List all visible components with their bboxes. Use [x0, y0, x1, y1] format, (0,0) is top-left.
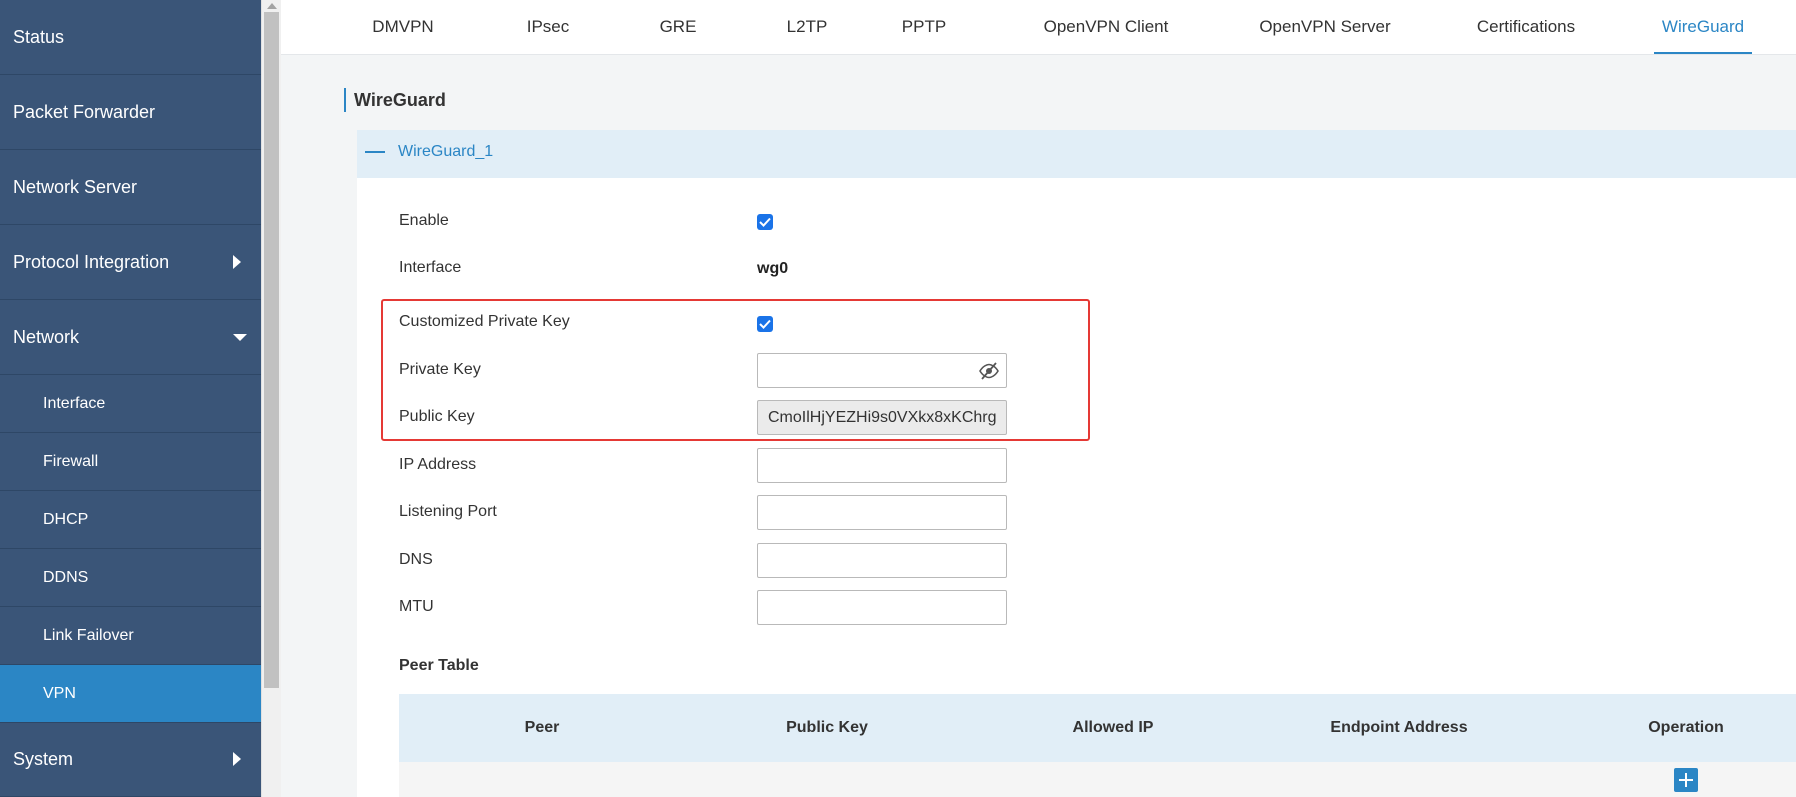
interface-label: Interface [399, 259, 462, 276]
eye-slash-icon[interactable] [978, 361, 1000, 381]
tab-label: OpenVPN Server [1259, 17, 1391, 36]
sidebar-item-label: System [13, 748, 74, 769]
page-title: WireGuard [344, 88, 446, 112]
plus-icon[interactable] [1674, 768, 1698, 792]
ip-address-input[interactable] [757, 448, 1007, 483]
custom-key-label: Customized Private Key [399, 313, 570, 330]
sidebar: Status Packet Forwarder Network Server P… [0, 0, 261, 797]
tab-label: GRE [659, 17, 697, 36]
sidebar-item-system[interactable]: System [0, 722, 261, 797]
check-icon [759, 217, 771, 227]
public-key-label: Public Key [399, 408, 475, 425]
table-row [399, 762, 1796, 797]
tab-gre[interactable]: GRE [638, 0, 718, 54]
sidebar-item-interface[interactable]: Interface [0, 375, 261, 433]
custom-key-checkbox[interactable] [757, 316, 773, 332]
sidebar-item-label: VPN [43, 684, 76, 702]
tab-label: WireGuard [1661, 17, 1745, 36]
chevron-right-icon [233, 255, 241, 269]
tab-openvpn-client[interactable]: OpenVPN Client [1024, 0, 1188, 54]
private-key-label: Private Key [399, 361, 481, 378]
ip-address-label: IP Address [399, 456, 477, 473]
enable-checkbox[interactable] [757, 214, 773, 230]
sidebar-item-status[interactable]: Status [0, 0, 261, 75]
tab-ipsec[interactable]: IPsec [503, 0, 593, 54]
minus-icon[interactable] [365, 151, 385, 153]
sidebar-item-label: Firewall [43, 452, 99, 470]
column-header-endpoint-address: Endpoint Address [1330, 719, 1468, 736]
sidebar-item-label: Network [13, 326, 80, 347]
tab-label: IPsec [526, 17, 570, 36]
column-header-peer: Peer [524, 719, 560, 736]
panel-title[interactable]: WireGuard_1 [398, 143, 493, 161]
column-header-allowed-ip: Allowed IP [1072, 719, 1154, 736]
tab-label: DMVPN [372, 17, 434, 36]
sidebar-item-label: Interface [43, 394, 106, 412]
tab-bar: DMVPN IPsec GRE L2TP PPTP OpenVPN Client… [281, 0, 1796, 55]
sidebar-item-network-server[interactable]: Network Server [0, 150, 261, 225]
dns-label: DNS [399, 551, 433, 568]
scrollbar-thumb[interactable] [264, 12, 279, 688]
sidebar-item-network[interactable]: Network [0, 300, 261, 375]
sidebar-item-label: Link Failover [43, 626, 134, 644]
peer-table-header: Peer Public Key Allowed IP Endpoint Addr… [399, 694, 1796, 762]
chevron-down-icon [233, 334, 247, 341]
tab-dmvpn[interactable]: DMVPN [355, 0, 451, 54]
sidebar-item-label: DHCP [43, 510, 89, 528]
tab-label: Certifications [1476, 17, 1576, 36]
listening-port-label: Listening Port [399, 503, 497, 520]
sidebar-item-label: Status [13, 26, 65, 47]
sidebar-scrollbar[interactable] [261, 0, 281, 797]
sidebar-item-packet-forwarder[interactable]: Packet Forwarder [0, 75, 261, 150]
sidebar-item-link-failover[interactable]: Link Failover [0, 607, 261, 665]
sidebar-item-label: DDNS [43, 568, 89, 586]
column-header-public-key: Public Key [786, 719, 868, 736]
sidebar-item-protocol-integration[interactable]: Protocol Integration [0, 225, 261, 300]
scroll-up-icon[interactable] [267, 3, 277, 9]
mtu-input[interactable] [757, 590, 1007, 625]
chevron-right-icon [233, 752, 241, 766]
sidebar-item-label: Protocol Integration [13, 251, 170, 272]
tab-l2tp[interactable]: L2TP [767, 0, 847, 54]
tab-label: PPTP [901, 17, 947, 36]
public-key-field[interactable]: CmoIlHjYEZHi9s0VXkx8xKChrg [757, 400, 1007, 435]
tab-label: L2TP [786, 17, 828, 36]
sidebar-item-label: Network Server [13, 176, 138, 197]
tab-label: OpenVPN Client [1043, 17, 1169, 36]
panel-header[interactable] [357, 130, 1796, 178]
mtu-label: MTU [399, 598, 434, 615]
sidebar-item-vpn[interactable]: VPN [0, 665, 261, 723]
sidebar-item-dhcp[interactable]: DHCP [0, 491, 261, 549]
listening-port-input[interactable] [757, 495, 1007, 530]
dns-input[interactable] [757, 543, 1007, 578]
sidebar-item-label: Packet Forwarder [13, 101, 156, 122]
sidebar-item-firewall[interactable]: Firewall [0, 433, 261, 491]
enable-label: Enable [399, 212, 449, 229]
tab-wireguard[interactable]: WireGuard [1654, 0, 1752, 54]
private-key-input[interactable] [757, 353, 1007, 388]
column-header-operation: Operation [1648, 719, 1724, 736]
tab-pptp[interactable]: PPTP [881, 0, 967, 54]
check-icon [759, 319, 771, 329]
tab-openvpn-server[interactable]: OpenVPN Server [1241, 0, 1409, 54]
tab-certifications[interactable]: Certifications [1465, 0, 1587, 54]
interface-value: wg0 [757, 260, 789, 277]
sidebar-item-ddns[interactable]: DDNS [0, 549, 261, 607]
peer-table-title: Peer Table [399, 657, 479, 674]
